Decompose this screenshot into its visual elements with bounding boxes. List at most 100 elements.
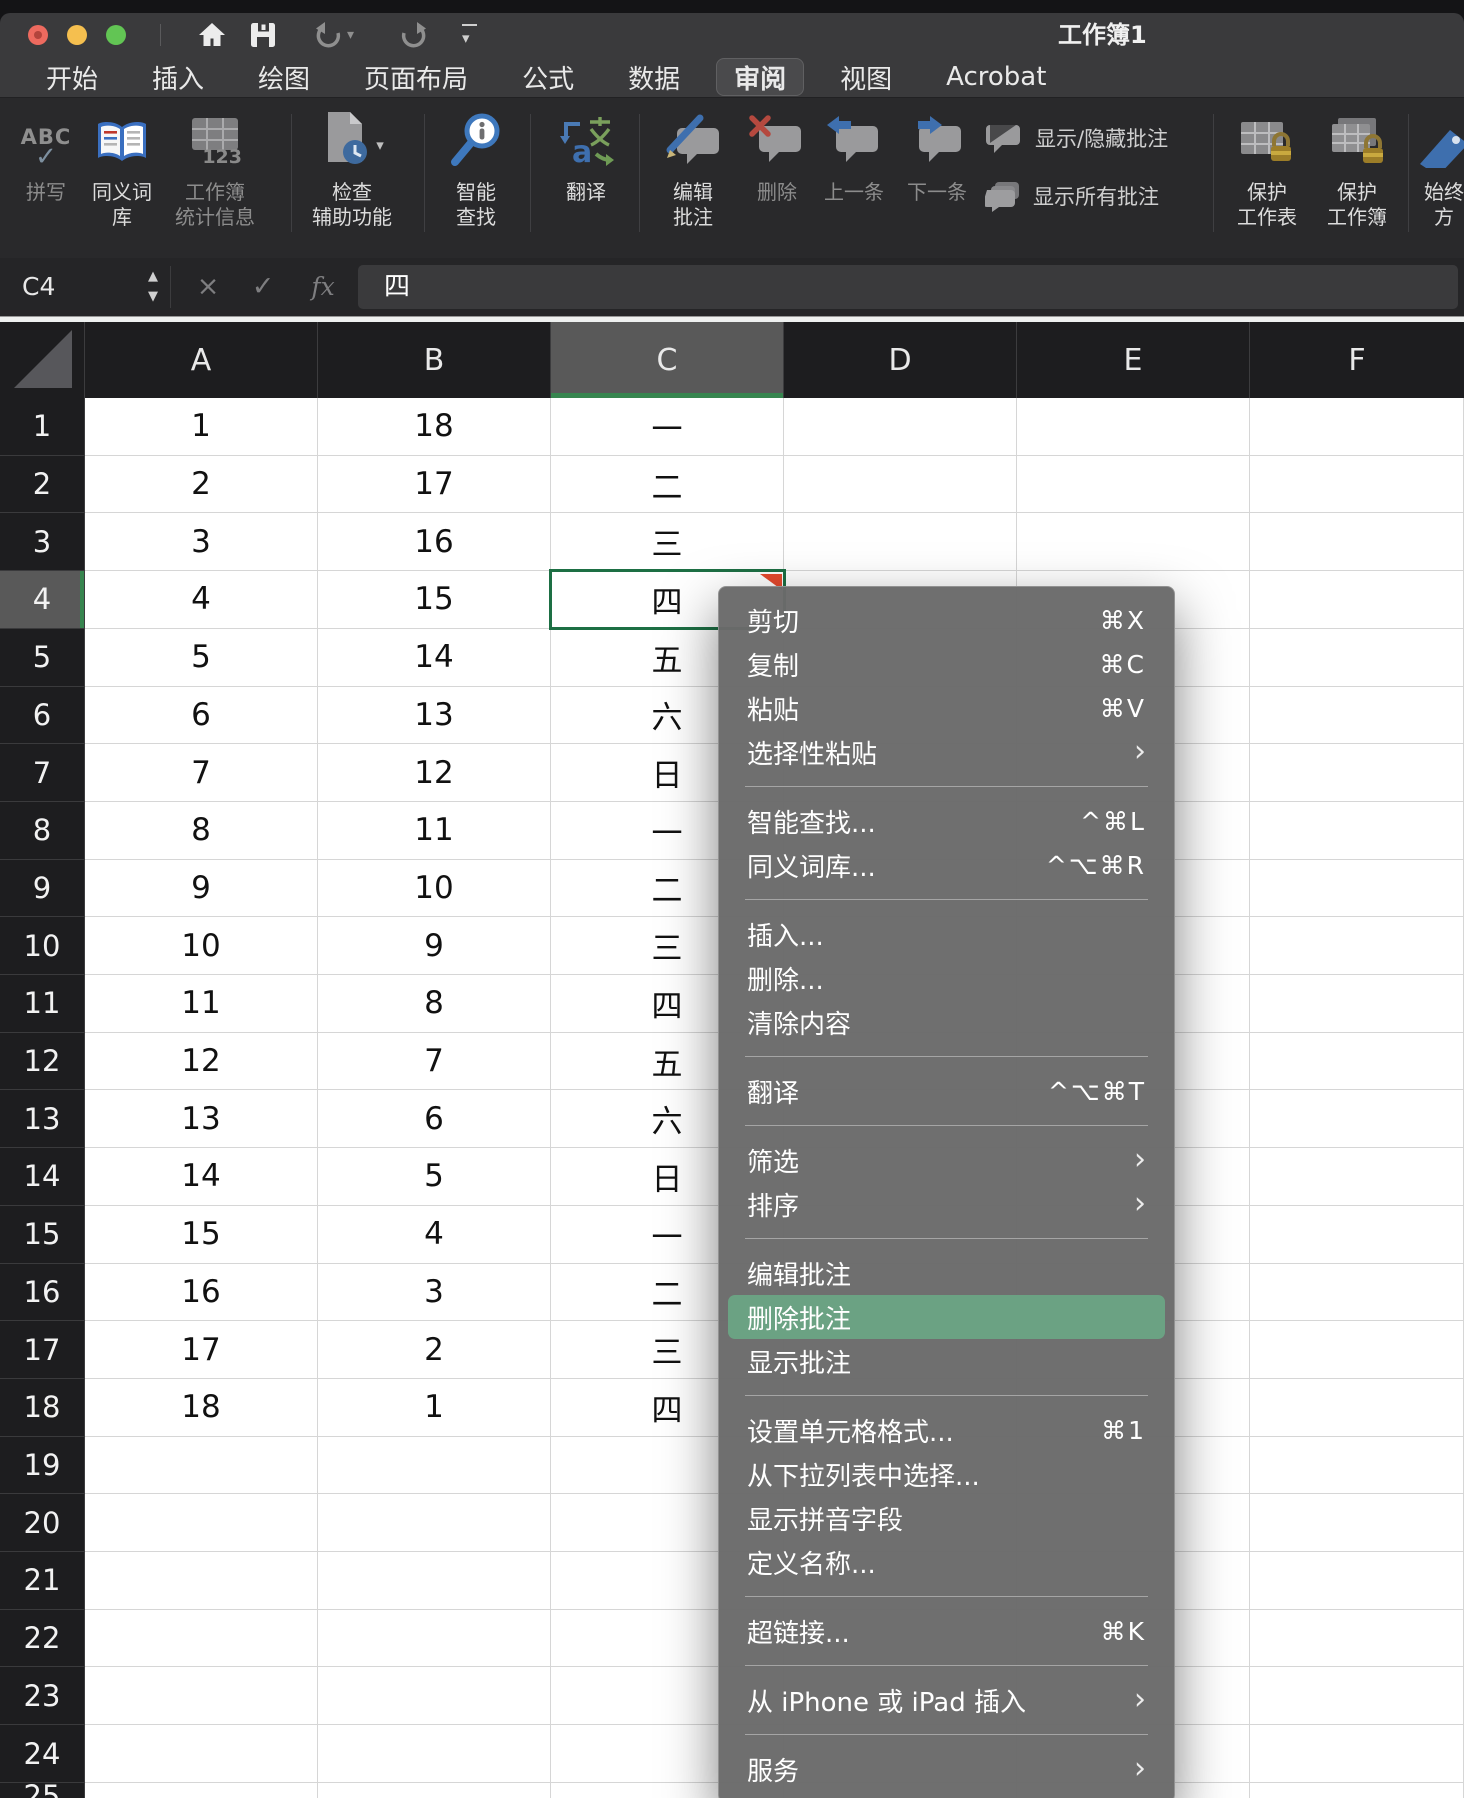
cell-B12[interactable]: 7 bbox=[318, 1032, 551, 1091]
cell-A2[interactable]: 2 bbox=[85, 455, 318, 514]
cell-A11[interactable]: 11 bbox=[85, 975, 318, 1033]
cell-A4[interactable]: 4 bbox=[85, 571, 318, 629]
column-header-B[interactable]: B bbox=[318, 322, 551, 398]
menu-item[interactable]: 显示拼音字段 bbox=[719, 1496, 1174, 1540]
tab-Acrobat[interactable]: Acrobat bbox=[946, 57, 1046, 97]
cell-A14[interactable]: 14 bbox=[85, 1148, 318, 1206]
cell-B8[interactable]: 11 bbox=[318, 801, 551, 860]
insert-function-button[interactable]: fx bbox=[303, 258, 343, 316]
next-comment-button[interactable]: 下一条 bbox=[894, 104, 980, 205]
cell-F15[interactable] bbox=[1250, 1205, 1464, 1264]
tab-开始[interactable]: 开始 bbox=[46, 57, 98, 97]
row-header-3[interactable]: 3 bbox=[0, 513, 85, 572]
column-header-E[interactable]: E bbox=[1017, 322, 1250, 398]
cell-A20[interactable] bbox=[85, 1494, 318, 1553]
row-header-6[interactable]: 6 bbox=[0, 686, 85, 745]
row-header-2[interactable]: 2 bbox=[0, 455, 85, 514]
cell-A25[interactable] bbox=[85, 1782, 318, 1798]
cell-B19[interactable] bbox=[318, 1436, 551, 1495]
cell-A8[interactable]: 8 bbox=[85, 801, 318, 860]
cell-F4[interactable] bbox=[1250, 571, 1464, 629]
cell-F2[interactable] bbox=[1250, 455, 1464, 514]
formula-input[interactable]: 四 bbox=[358, 265, 1458, 309]
cell-A13[interactable]: 13 bbox=[85, 1090, 318, 1149]
protect-sheet-button[interactable]: 保护 工作表 bbox=[1222, 104, 1312, 230]
cell-B1[interactable]: 18 bbox=[318, 398, 551, 456]
stepper-up-icon[interactable]: ▲ bbox=[143, 266, 163, 286]
redo-button[interactable] bbox=[398, 17, 430, 53]
tab-插入[interactable]: 插入 bbox=[152, 57, 204, 97]
cell-B14[interactable]: 5 bbox=[318, 1148, 551, 1206]
row-header-7[interactable]: 7 bbox=[0, 744, 85, 802]
cell-stepper[interactable]: ▲ ▼ bbox=[143, 266, 163, 306]
cell-B11[interactable]: 8 bbox=[318, 975, 551, 1033]
row-header-18[interactable]: 18 bbox=[0, 1378, 85, 1437]
cell-F17[interactable] bbox=[1250, 1321, 1464, 1379]
cell-F14[interactable] bbox=[1250, 1148, 1464, 1206]
menu-item[interactable]: 翻译 ^⌥⌘T bbox=[719, 1069, 1174, 1113]
home-button[interactable] bbox=[196, 17, 228, 53]
row-header-9[interactable]: 9 bbox=[0, 859, 85, 918]
column-header-F[interactable]: F bbox=[1250, 322, 1464, 398]
row-header-12[interactable]: 12 bbox=[0, 1032, 85, 1091]
close-button[interactable] bbox=[28, 25, 48, 45]
cell-B6[interactable]: 13 bbox=[318, 686, 551, 745]
menu-item[interactable]: 清除内容 bbox=[719, 1000, 1174, 1044]
row-header-23[interactable]: 23 bbox=[0, 1667, 85, 1726]
cell-A21[interactable] bbox=[85, 1552, 318, 1610]
cell-F24[interactable] bbox=[1250, 1725, 1464, 1783]
column-header-D[interactable]: D bbox=[784, 322, 1017, 398]
minimize-button[interactable] bbox=[67, 25, 87, 45]
cell-C1[interactable]: 一 bbox=[551, 398, 784, 456]
menu-item[interactable]: 智能查找... ^⌘L bbox=[719, 799, 1174, 843]
menu-item[interactable]: 删除... bbox=[719, 956, 1174, 1000]
row-header-15[interactable]: 15 bbox=[0, 1205, 85, 1264]
protect-workbook-button[interactable]: 保护 工作簿 bbox=[1312, 104, 1402, 230]
cell-F20[interactable] bbox=[1250, 1494, 1464, 1553]
cell-A9[interactable]: 9 bbox=[85, 859, 318, 918]
cell-A18[interactable]: 18 bbox=[85, 1378, 318, 1437]
translate-button[interactable]: a 翻译 bbox=[538, 104, 634, 205]
smart-lookup-button[interactable]: 智能 查找 bbox=[428, 104, 524, 230]
cell-A22[interactable] bbox=[85, 1609, 318, 1668]
tab-审阅[interactable]: 审阅 bbox=[716, 58, 805, 96]
cell-F21[interactable] bbox=[1250, 1552, 1464, 1610]
cell-A5[interactable]: 5 bbox=[85, 628, 318, 687]
cell-F11[interactable] bbox=[1250, 975, 1464, 1033]
cell-F23[interactable] bbox=[1250, 1667, 1464, 1726]
row-header-17[interactable]: 17 bbox=[0, 1321, 85, 1379]
tab-页面布局[interactable]: 页面布局 bbox=[364, 57, 468, 97]
menu-item[interactable]: 选择性粘贴 › bbox=[719, 730, 1174, 774]
column-header-A[interactable]: A bbox=[85, 322, 318, 398]
menu-item[interactable]: 排序 › bbox=[719, 1182, 1174, 1226]
cell-F22[interactable] bbox=[1250, 1609, 1464, 1668]
cell-F7[interactable] bbox=[1250, 744, 1464, 802]
toolbar-overflow-button[interactable]: ▾ bbox=[462, 17, 477, 53]
menu-item[interactable]: 从 iPhone 或 iPad 插入 › bbox=[719, 1678, 1174, 1722]
cell-B16[interactable]: 3 bbox=[318, 1263, 551, 1322]
row-header-22[interactable]: 22 bbox=[0, 1609, 85, 1668]
cell-B2[interactable]: 17 bbox=[318, 455, 551, 514]
cell-A7[interactable]: 7 bbox=[85, 744, 318, 802]
column-header-C[interactable]: C bbox=[551, 322, 784, 398]
cell-E3[interactable] bbox=[1017, 513, 1250, 572]
show-hide-comment-button[interactable]: 显示/隐藏批注 bbox=[985, 116, 1168, 160]
row-header-14[interactable]: 14 bbox=[0, 1148, 85, 1206]
row-header-5[interactable]: 5 bbox=[0, 628, 85, 687]
row-header-16[interactable]: 16 bbox=[0, 1263, 85, 1322]
cell-B15[interactable]: 4 bbox=[318, 1205, 551, 1264]
edit-comment-button[interactable]: 编辑 批注 bbox=[650, 104, 736, 230]
menu-item[interactable]: 超链接... ⌘K bbox=[719, 1609, 1174, 1653]
cell-F12[interactable] bbox=[1250, 1032, 1464, 1091]
zoom-button[interactable] bbox=[106, 25, 126, 45]
cell-F3[interactable] bbox=[1250, 513, 1464, 572]
cell-A12[interactable]: 12 bbox=[85, 1032, 318, 1091]
row-header-25[interactable]: 25 bbox=[0, 1779, 85, 1798]
previous-comment-button[interactable]: 上一条 bbox=[814, 104, 894, 205]
spelling-button[interactable]: ABC ✓ 拼写 bbox=[8, 104, 84, 205]
show-all-comments-button[interactable]: 显示所有批注 bbox=[985, 174, 1159, 218]
cell-C2[interactable]: 二 bbox=[551, 455, 784, 514]
always-button[interactable]: 始终 方 bbox=[1414, 104, 1464, 230]
cell-F18[interactable] bbox=[1250, 1378, 1464, 1437]
cell-A23[interactable] bbox=[85, 1667, 318, 1726]
